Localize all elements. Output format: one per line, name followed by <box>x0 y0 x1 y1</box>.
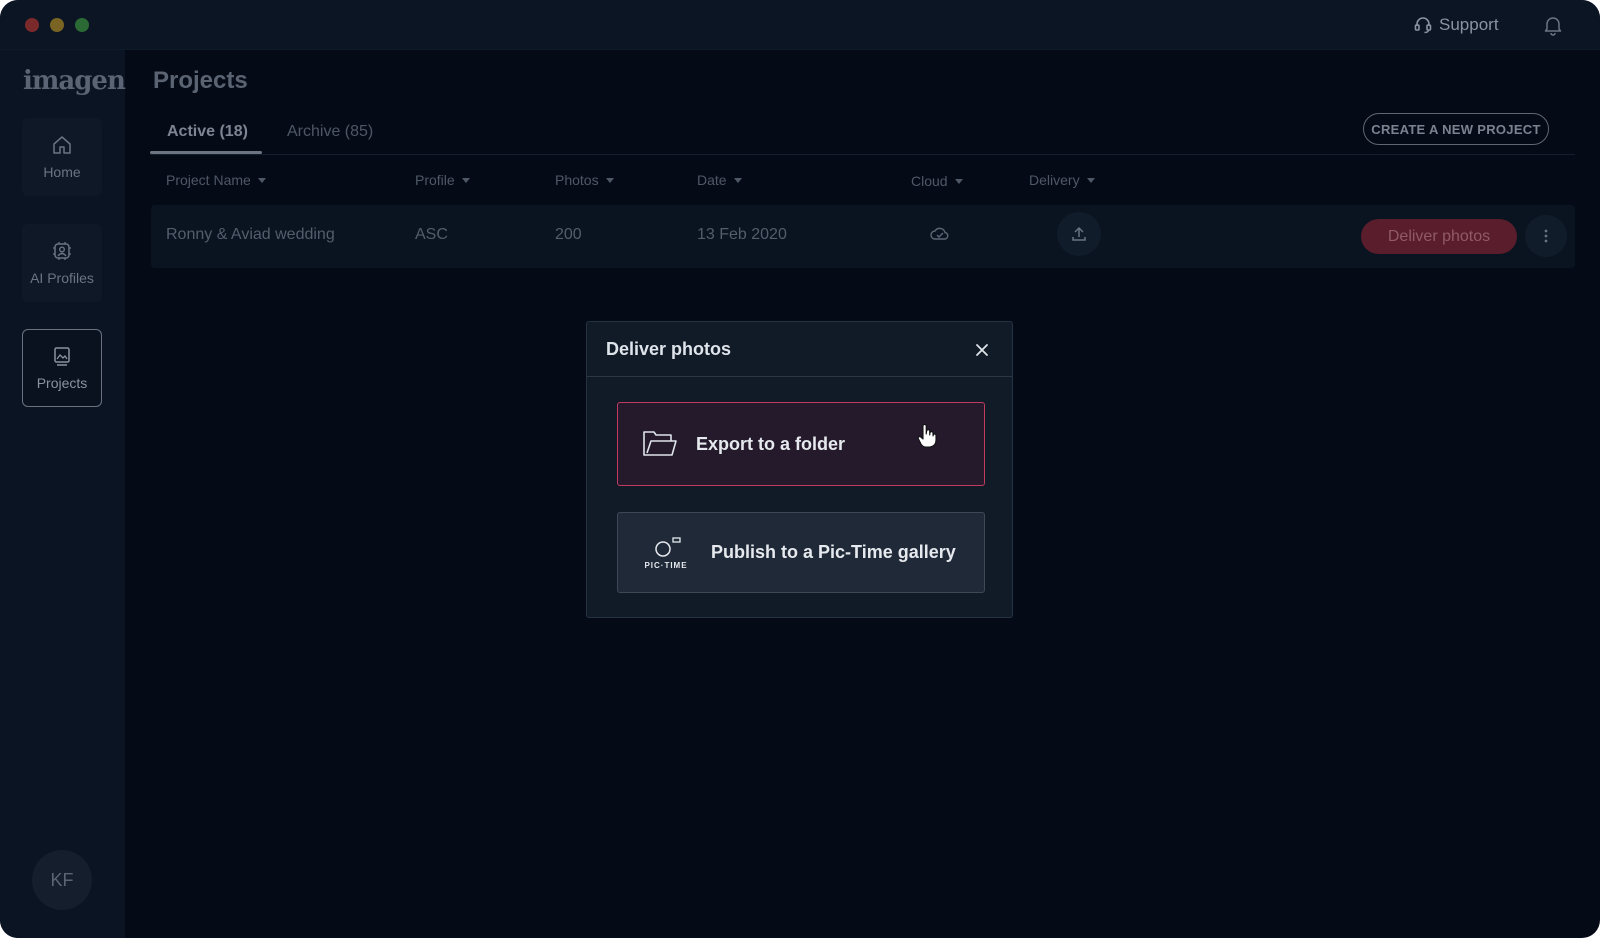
close-window-button[interactable] <box>25 18 39 32</box>
headset-icon <box>1414 17 1432 34</box>
deliver-photos-button[interactable]: Deliver photos <box>1361 219 1517 254</box>
deliver-photos-dialog: Deliver photos Export to a folder PIC·TI… <box>586 321 1013 618</box>
hand-cursor-icon <box>917 424 937 448</box>
column-header-cloud[interactable]: Cloud <box>911 173 963 189</box>
upload-button[interactable] <box>1057 212 1101 256</box>
sidebar-item-projects[interactable]: Projects <box>22 329 102 407</box>
column-header-delivery[interactable]: Delivery <box>1029 172 1095 188</box>
date-cell: 13 Feb 2020 <box>697 226 787 243</box>
sort-caret-icon <box>1086 177 1095 183</box>
support-label: Support <box>1439 15 1499 34</box>
option-label: Publish to a Pic-Time gallery <box>711 542 956 562</box>
column-header-date[interactable]: Date <box>697 172 742 188</box>
more-options-button[interactable] <box>1525 215 1567 257</box>
sort-caret-icon <box>605 177 614 183</box>
sidebar-item-ai-profiles[interactable]: AI Profiles <box>22 224 102 302</box>
tab-active[interactable]: Active (18) <box>167 123 248 141</box>
pic-time-logo-text: PIC·TIME <box>644 560 688 570</box>
projects-icon <box>54 347 70 366</box>
sort-caret-icon <box>954 178 963 184</box>
title-bar: Support <box>0 0 1600 50</box>
sort-caret-icon <box>257 177 266 183</box>
divider <box>587 376 1012 377</box>
column-header-profile[interactable]: Profile <box>415 172 470 188</box>
imagen-logo: imagen <box>23 66 126 96</box>
dialog-title: Deliver photos <box>606 339 732 359</box>
photos-cell: 200 <box>555 226 582 243</box>
maximize-window-button[interactable] <box>75 18 89 32</box>
home-icon <box>53 136 71 154</box>
sort-caret-icon <box>461 177 470 183</box>
sort-caret-icon <box>733 177 742 183</box>
sidebar-item-label: Projects <box>36 375 88 391</box>
tab-archive[interactable]: Archive (85) <box>287 123 373 141</box>
profile-cell: ASC <box>415 226 448 243</box>
pic-time-logo: PIC·TIME <box>641 536 691 570</box>
more-vertical-icon <box>1544 229 1548 243</box>
publish-pic-time-option[interactable]: PIC·TIME Publish to a Pic-Time gallery <box>617 512 985 593</box>
column-header-project-name[interactable]: Project Name <box>166 172 266 188</box>
sidebar-item-home[interactable]: Home <box>22 118 102 196</box>
create-new-project-button[interactable]: CREATE A NEW PROJECT <box>1363 113 1549 145</box>
divider <box>150 154 1575 155</box>
cloud-check-icon <box>930 227 949 240</box>
bell-icon[interactable] <box>1542 14 1564 36</box>
minimize-window-button[interactable] <box>50 18 64 32</box>
support-link[interactable]: Support <box>1413 13 1499 37</box>
sidebar-item-label: AI Profiles <box>30 270 94 286</box>
folder-icon <box>643 431 677 456</box>
sidebar-item-label: Home <box>43 164 81 180</box>
column-header-photos[interactable]: Photos <box>555 172 614 188</box>
project-name-cell: Ronny & Aviad wedding <box>166 226 335 243</box>
option-label: Export to a folder <box>696 433 846 454</box>
pic-time-logo-icon <box>655 536 681 557</box>
app-window: Support imagen Home AI Profiles Projects <box>0 0 1600 938</box>
ai-profile-icon <box>53 242 71 260</box>
page-title: Projects <box>153 67 248 94</box>
upload-icon <box>1072 226 1086 241</box>
close-icon[interactable] <box>974 342 990 358</box>
avatar[interactable]: KF <box>32 850 92 910</box>
